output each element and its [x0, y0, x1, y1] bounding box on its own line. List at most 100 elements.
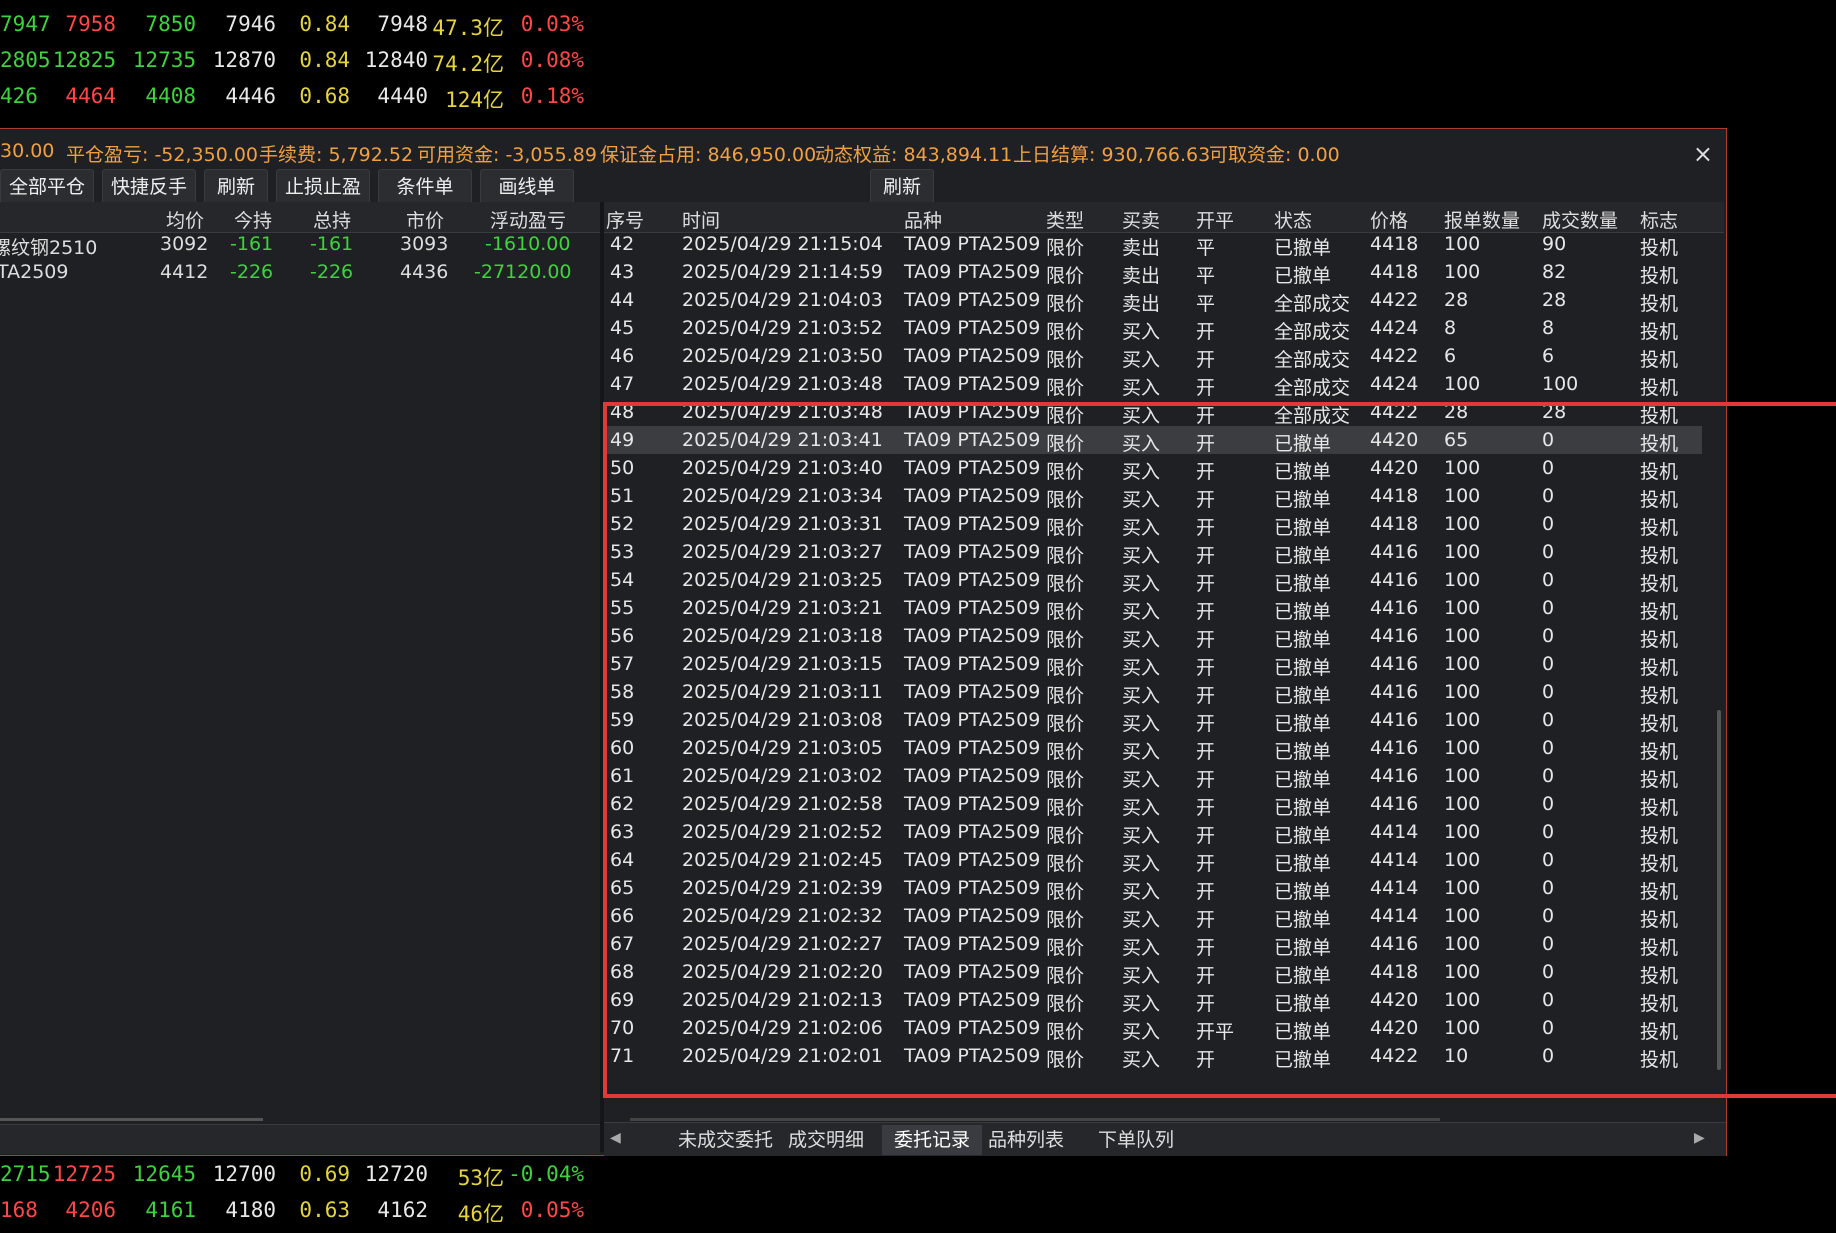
- quote-cell: 4446: [225, 84, 276, 108]
- order-qty: 100: [1444, 513, 1481, 535]
- col-type[interactable]: 类型: [1046, 206, 1084, 233]
- col-avg[interactable]: 均价: [166, 206, 204, 233]
- order-offset: 开: [1196, 545, 1216, 567]
- order-offset: 开: [1196, 853, 1216, 875]
- order-row[interactable]: 48 2025/04/29 21:03:48 TA09 PTA2509 限价 买入 开 全部…: [604, 398, 1702, 427]
- orders-horizontal-scrollbar[interactable]: [630, 1118, 1440, 1121]
- order-row[interactable]: 46 2025/04/29 21:03:50 TA09 PTA2509 限价 买入 开 全部…: [604, 342, 1702, 371]
- order-time: 2025/04/29 21:02:20: [682, 961, 883, 983]
- quote-cell: 7850: [145, 12, 196, 36]
- order-row[interactable]: 57 2025/04/29 21:03:15 TA09 PTA2509 限价 买入 开 已撤…: [604, 650, 1702, 679]
- position-row[interactable]: 螺纹钢2510 3092 -161 -161 3093 -1610.00: [0, 230, 600, 259]
- col-order-qty[interactable]: 报单数量: [1444, 206, 1520, 233]
- order-row[interactable]: 42 2025/04/29 21:15:04 TA09 PTA2509 限价 卖出 平 已撤…: [604, 230, 1702, 259]
- order-row[interactable]: 65 2025/04/29 21:02:39 TA09 PTA2509 限价 买入 开 已撤…: [604, 874, 1702, 903]
- positions-horizontal-scrollbar[interactable]: [0, 1118, 263, 1121]
- col-total[interactable]: 总持: [313, 206, 351, 233]
- order-qty: 28: [1444, 401, 1469, 423]
- bottom-tab-bar: ◀ 未成交委托 成交明细 委托记录 品种列表 下单队列 ▶: [604, 1122, 1726, 1156]
- col-price[interactable]: 价格: [1370, 206, 1408, 233]
- close-icon[interactable]: ×: [1693, 140, 1713, 168]
- order-offset: 开: [1196, 1049, 1216, 1071]
- order-row[interactable]: 69 2025/04/29 21:02:13 TA09 PTA2509 限价 买入 开 已撤…: [604, 986, 1702, 1015]
- order-row[interactable]: 49 2025/04/29 21:03:41 TA09 PTA2509 限价 买入 开 已撤…: [604, 426, 1702, 455]
- refresh-button[interactable]: 刷新: [204, 169, 268, 205]
- order-flag: 投机: [1640, 881, 1679, 903]
- order-row[interactable]: 51 2025/04/29 21:03:34 TA09 PTA2509 限价 买入 开 已撤…: [604, 482, 1702, 511]
- order-row[interactable]: 45 2025/04/29 21:03:52 TA09 PTA2509 限价 买入 开 全部…: [604, 314, 1702, 343]
- order-row[interactable]: 66 2025/04/29 21:02:32 TA09 PTA2509 限价 买入 开 已撤…: [604, 902, 1702, 931]
- order-side: 买入: [1122, 349, 1161, 371]
- order-row[interactable]: 50 2025/04/29 21:03:40 TA09 PTA2509 限价 买入 开 已撤…: [604, 454, 1702, 483]
- order-row[interactable]: 59 2025/04/29 21:03:08 TA09 PTA2509 限价 买入 开 已撤…: [604, 706, 1702, 735]
- order-row[interactable]: 47 2025/04/29 21:03:48 TA09 PTA2509 限价 买入 开 全部…: [604, 370, 1702, 399]
- order-price: 4418: [1370, 485, 1419, 507]
- condition-order-button[interactable]: 条件单: [378, 169, 472, 205]
- col-today[interactable]: 今持: [234, 206, 272, 233]
- quote-row[interactable]: 168 4206 4161 4180 0.63 4162 46亿 0.05%: [0, 1194, 600, 1228]
- order-row[interactable]: 70 2025/04/29 21:02:06 TA09 PTA2509 限价 买入 开平 已…: [604, 1014, 1702, 1043]
- quick-reverse-button[interactable]: 快捷反手: [102, 169, 196, 205]
- order-seq: 66: [610, 905, 635, 927]
- tab-trade-details[interactable]: 成交明细: [776, 1125, 876, 1155]
- order-row[interactable]: 58 2025/04/29 21:03:11 TA09 PTA2509 限价 买入 开 已撤…: [604, 678, 1702, 707]
- tab-symbol-list[interactable]: 品种列表: [976, 1125, 1076, 1155]
- order-row[interactable]: 43 2025/04/29 21:14:59 TA09 PTA2509 限价 卖出 平 已撤…: [604, 258, 1702, 287]
- order-time: 2025/04/29 21:02:13: [682, 989, 883, 1011]
- col-side[interactable]: 买卖: [1122, 206, 1160, 233]
- order-row[interactable]: 68 2025/04/29 21:02:20 TA09 PTA2509 限价 买入 开 已撤…: [604, 958, 1702, 987]
- refresh-orders-button[interactable]: 刷新: [870, 169, 934, 205]
- order-row[interactable]: 71 2025/04/29 21:02:01 TA09 PTA2509 限价 买入 开 已撤…: [604, 1042, 1702, 1071]
- order-row[interactable]: 54 2025/04/29 21:03:25 TA09 PTA2509 限价 买入 开 已撤…: [604, 566, 1702, 595]
- col-symbol[interactable]: 品种: [904, 206, 942, 233]
- order-flag: 投机: [1640, 657, 1679, 679]
- col-time[interactable]: 时间: [682, 206, 720, 233]
- order-seq: 68: [610, 961, 635, 983]
- order-side: 买入: [1122, 573, 1161, 595]
- order-row[interactable]: 61 2025/04/29 21:03:02 TA09 PTA2509 限价 买入 开 已撤…: [604, 762, 1702, 791]
- orders-vertical-scrollbar[interactable]: [1717, 710, 1721, 1070]
- order-time: 2025/04/29 21:03:21: [682, 597, 883, 619]
- draw-order-button[interactable]: 画线单: [480, 169, 574, 205]
- col-offset[interactable]: 开平: [1196, 206, 1234, 233]
- position-row[interactable]: TA2509 4412 -226 -226 4436 -27120.00: [0, 258, 600, 286]
- order-row[interactable]: 63 2025/04/29 21:02:52 TA09 PTA2509 限价 买入 开 已撤…: [604, 818, 1702, 847]
- tab-unfilled-orders[interactable]: 未成交委托: [666, 1125, 785, 1155]
- order-row[interactable]: 53 2025/04/29 21:03:27 TA09 PTA2509 限价 买入 开 已撤…: [604, 538, 1702, 567]
- col-price[interactable]: 市价: [406, 206, 444, 233]
- tabs-left-arrow-icon[interactable]: ◀: [610, 1130, 621, 1146]
- stop-loss-button[interactable]: 止损止盈: [276, 169, 370, 205]
- order-qty: 100: [1444, 737, 1481, 759]
- col-filled-qty[interactable]: 成交数量: [1542, 206, 1618, 233]
- tab-order-history[interactable]: 委托记录: [882, 1125, 983, 1155]
- order-row[interactable]: 64 2025/04/29 21:02:45 TA09 PTA2509 限价 买入 开 已撤…: [604, 846, 1702, 875]
- col-status[interactable]: 状态: [1274, 206, 1312, 233]
- quote-row[interactable]: 426 4464 4408 4446 0.68 4440 124亿 0.18%: [0, 80, 600, 114]
- order-time: 2025/04/29 21:02:52: [682, 821, 883, 843]
- order-seq: 48: [610, 401, 635, 423]
- order-type: 限价: [1046, 377, 1085, 399]
- order-qty: 100: [1444, 933, 1481, 955]
- col-seq[interactable]: 序号: [606, 206, 644, 233]
- quote-row[interactable]: 7947 7958 7850 7946 0.84 7948 47.3亿 0.03%: [0, 8, 600, 42]
- position-total: -226: [310, 261, 354, 283]
- order-row[interactable]: 67 2025/04/29 21:02:27 TA09 PTA2509 限价 买入 开 已撤…: [604, 930, 1702, 959]
- col-flag[interactable]: 标志: [1640, 206, 1678, 233]
- order-row[interactable]: 52 2025/04/29 21:03:31 TA09 PTA2509 限价 买入 开 已撤…: [604, 510, 1702, 539]
- order-status: 已撤单: [1274, 769, 1332, 791]
- tabs-right-arrow-icon[interactable]: ▶: [1694, 1130, 1705, 1146]
- order-row[interactable]: 62 2025/04/29 21:02:58 TA09 PTA2509 限价 买入 开 已撤…: [604, 790, 1702, 819]
- order-flag: 投机: [1640, 321, 1679, 343]
- account-summary-bar: 30.00 平仓盈亏: -52,350.00 手续费: 5,792.52 可用资…: [0, 129, 1727, 171]
- order-row[interactable]: 44 2025/04/29 21:04:03 TA09 PTA2509 限价 卖出 平 全部…: [604, 286, 1702, 315]
- order-side: 买入: [1122, 769, 1161, 791]
- close-all-button[interactable]: 全部平仓: [0, 169, 94, 205]
- quote-row[interactable]: 2715 12725 12645 12700 0.69 12720 53亿 -0.04%: [0, 1158, 600, 1192]
- quote-row[interactable]: 2805 12825 12735 12870 0.84 12840 74.2亿 0.08%: [0, 44, 600, 78]
- col-pnl[interactable]: 浮动盈亏: [490, 206, 566, 233]
- order-row[interactable]: 55 2025/04/29 21:03:21 TA09 PTA2509 限价 买入 开 已撤…: [604, 594, 1702, 623]
- tab-order-queue[interactable]: 下单队列: [1086, 1125, 1186, 1155]
- order-symbol: TA09 PTA2509: [904, 233, 1041, 255]
- order-row[interactable]: 56 2025/04/29 21:03:18 TA09 PTA2509 限价 买入 开 已撤…: [604, 622, 1702, 651]
- order-row[interactable]: 60 2025/04/29 21:03:05 TA09 PTA2509 限价 买入 开 已撤…: [604, 734, 1702, 763]
